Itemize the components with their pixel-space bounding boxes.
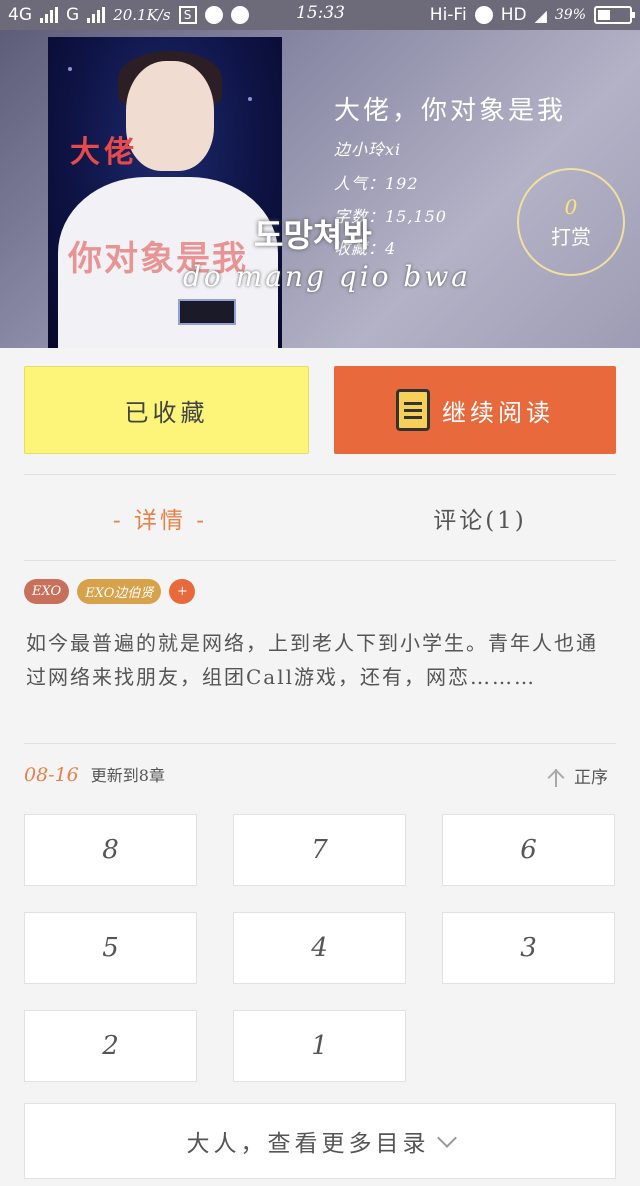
chapter-button[interactable]: 6	[442, 814, 615, 886]
chapter-button[interactable]: 2	[24, 1010, 197, 1082]
signal-icon-2	[87, 7, 106, 23]
tab-comments[interactable]: 评论(1)	[320, 478, 640, 558]
book-header: 大佬 你对象是我 大佬，你对象是我 边小玲xi 人气：192 字数：15,150…	[0, 30, 640, 348]
alarm-icon	[474, 6, 493, 24]
tag-list: EXO EXO边伯贤 +	[24, 579, 196, 604]
chapter-grid: 8 7 6 5 4 3 2 1	[24, 814, 616, 1082]
divider	[24, 743, 616, 744]
continue-reading-label: 继续阅读	[442, 398, 554, 427]
book-description[interactable]: 如今最普遍的就是网络，上到老人下到小学生。青年人也通过网络来找朋友，组团Call…	[26, 626, 614, 694]
divider	[24, 474, 616, 475]
favorited-button-label: 已收藏	[124, 398, 209, 427]
overlay-romanization-text: do mang qio bwa	[183, 260, 472, 293]
tip-button[interactable]: 0 打赏	[517, 168, 625, 276]
tag-exo-baekhyun[interactable]: EXO边伯贤	[77, 579, 162, 604]
tip-label: 打赏	[551, 224, 591, 249]
hifi-label: Hi-Fi	[429, 5, 467, 25]
book-popularity: 人气：192	[334, 174, 419, 193]
sort-toggle[interactable]: 正序	[546, 763, 608, 788]
chapter-button[interactable]: 7	[233, 814, 406, 886]
s-app-icon: S	[178, 6, 197, 24]
divider	[24, 560, 616, 561]
tip-count: 0	[564, 194, 578, 219]
book-icon	[396, 389, 430, 431]
battery-icon	[594, 6, 635, 24]
book-author[interactable]: 边小玲xi	[334, 136, 401, 160]
cover-figure-face	[126, 61, 214, 171]
more-catalog-button[interactable]: 大人，查看更多目录	[24, 1103, 616, 1179]
qq-icon	[204, 6, 223, 24]
chapter-button[interactable]: 8	[24, 814, 197, 886]
update-info: 08-16 更新到8章	[24, 762, 165, 786]
chapter-button[interactable]: 5	[24, 912, 197, 984]
cover-title-text: 大佬	[70, 135, 138, 170]
more-catalog-label: 大人，查看更多目录	[186, 1131, 430, 1157]
signal-icon	[40, 7, 58, 23]
sort-label: 正序	[574, 768, 608, 788]
wifi-icon: ◢	[534, 5, 547, 25]
book-title: 大佬，你对象是我	[334, 96, 567, 126]
chapter-button[interactable]: 4	[233, 912, 406, 984]
favorited-button[interactable]: 已收藏	[24, 366, 309, 454]
cover-figure-belt	[178, 299, 236, 325]
chapter-button[interactable]: 1	[233, 1010, 406, 1082]
battery-percent: 39%	[554, 7, 586, 23]
browser-icon	[230, 6, 249, 24]
network-4g-label: 4G	[8, 5, 32, 25]
tab-bar: - 详情 - 评论(1)	[0, 478, 640, 558]
arrow-up-icon	[546, 765, 566, 787]
continue-reading-button[interactable]: 继续阅读	[334, 366, 616, 454]
add-tag-button[interactable]: +	[169, 579, 196, 604]
overlay-korean-text: 도망쳐봐	[254, 216, 372, 254]
hd-label: HD	[500, 5, 527, 25]
status-bar: 4G G 20.1K/s S 15:33 Hi-Fi HD ◢ 39%	[0, 0, 640, 30]
network-g-label: G	[66, 5, 80, 25]
clock: 15:33	[296, 3, 345, 23]
tab-details[interactable]: - 详情 -	[0, 478, 320, 558]
chevron-down-icon	[436, 1128, 457, 1148]
update-text: 更新到8章	[90, 766, 165, 785]
book-cover-image[interactable]: 大佬 你对象是我	[48, 37, 282, 348]
update-date: 08-16	[24, 764, 79, 786]
chapter-button[interactable]: 3	[442, 912, 615, 984]
tag-exo[interactable]: EXO	[24, 579, 70, 604]
network-speed: 20.1K/s	[113, 6, 171, 24]
